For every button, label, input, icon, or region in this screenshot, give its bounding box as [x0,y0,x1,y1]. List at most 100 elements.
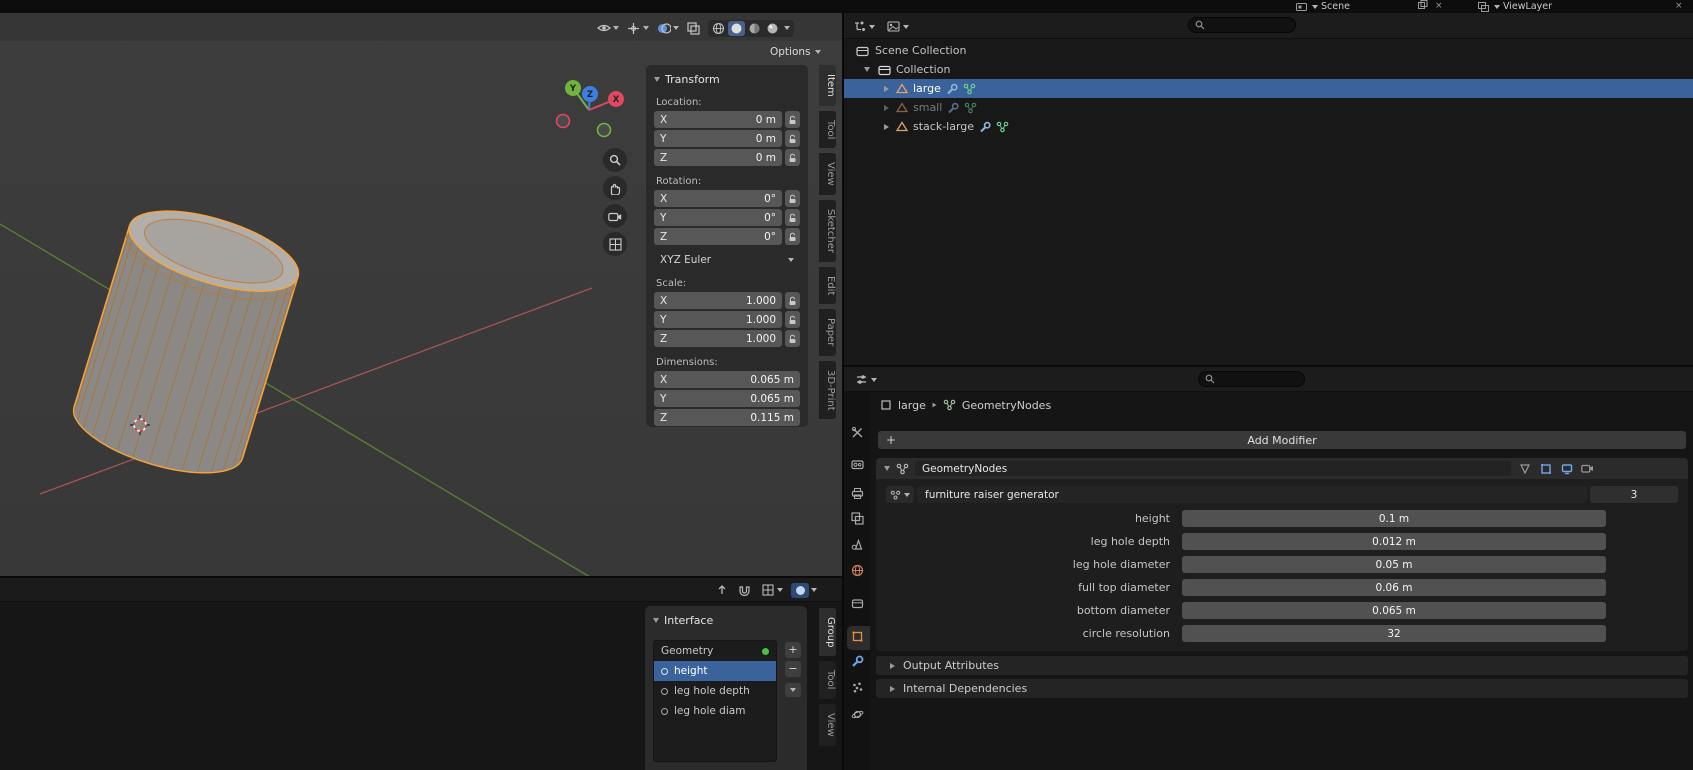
tab-edit[interactable]: Edit [819,266,836,305]
modifier-name-field[interactable]: GeometryNodes [915,461,1511,476]
gizmo-x-negative[interactable] [555,113,571,129]
breadcrumb-object[interactable]: large [898,399,926,412]
zoom-tool-button[interactable] [603,148,627,172]
gizmos-dropdown[interactable] [626,21,649,36]
browse-node-tree-button[interactable] [886,486,914,503]
shading-wireframe-icon[interactable] [710,21,727,36]
3d-viewport[interactable]: Y Z X Options Transform Location: X 0 m … [0,13,842,576]
interface-item-height[interactable]: height [654,661,776,681]
tree-row-collection[interactable]: Collection [844,60,1693,79]
rotation-z-field[interactable]: Z 0° [654,228,782,245]
param-value-field[interactable]: 0.06 m [1182,579,1606,596]
gizmo-x-positive[interactable]: X [608,91,624,107]
scale-y-field[interactable]: Y 1.000 [654,311,782,328]
param-value-field[interactable]: 0.065 m [1182,602,1606,619]
modifiers-tab[interactable] [850,654,865,669]
edit-mode-display-icon[interactable] [1538,461,1553,476]
expand-icon[interactable] [864,67,870,72]
tab-view[interactable]: View [819,153,836,195]
display-mode-dropdown[interactable] [886,19,909,34]
lock-icon[interactable] [785,111,800,128]
world-tab[interactable] [850,563,865,578]
perspective-toggle-button[interactable] [603,232,627,256]
shading-rendered-icon[interactable] [764,21,781,36]
parent-up-icon[interactable] [714,583,729,598]
lock-icon[interactable] [785,149,800,166]
navigation-gizmo[interactable]: Y Z X [555,80,625,138]
lock-icon[interactable] [785,130,800,147]
tab-group[interactable]: Group [819,608,836,657]
render-tab[interactable] [850,457,865,472]
expand-icon[interactable] [884,123,889,130]
location-y-field[interactable]: Y 0 m [654,130,782,147]
chevron-down-icon[interactable] [784,26,790,30]
param-value-field[interactable]: 0.1 m [1182,510,1606,527]
scene-selector[interactable]: Scene [1294,0,1350,13]
tree-row-stack-large[interactable]: stack-large [844,117,1693,136]
param-value-field[interactable]: 0.05 m [1182,556,1606,573]
xray-icon[interactable] [686,21,701,36]
tab-3d-print[interactable]: 3D-Print [819,360,836,420]
scale-x-field[interactable]: X 1.000 [654,292,782,309]
tab-view[interactable]: View [819,703,836,746]
remove-viewlayer-icon[interactable]: × [1675,2,1683,11]
view-layer-tab[interactable] [850,511,865,526]
interface-item-leg-hole-diam[interactable]: leg hole diam [654,701,776,721]
options-button[interactable]: Options [770,44,821,60]
remove-item-button[interactable]: − [785,661,801,677]
gizmo-z-positive[interactable]: Z [582,86,598,102]
visibility-dropdown[interactable] [596,21,619,36]
interface-item-leg-hole-depth[interactable]: leg hole depth [654,681,776,701]
properties-editor[interactable]: large GeometryNodes + Add Modifier Geome… [844,367,1693,770]
overlays-dropdown[interactable] [656,21,679,36]
tab-sketcher[interactable]: Sketcher [819,199,836,262]
output-attributes-panel[interactable]: Output Attributes [876,656,1688,675]
tab-item[interactable]: Item [819,65,836,106]
cylinder-mesh[interactable] [65,195,308,489]
shading-material-icon[interactable] [746,21,763,36]
interface-item-geometry[interactable]: Geometry [654,641,776,661]
viewport-display-icon[interactable] [1559,461,1574,476]
camera-view-button[interactable] [603,204,627,228]
rotation-y-field[interactable]: Y 0° [654,209,782,226]
properties-search-input[interactable] [1198,371,1305,387]
new-scene-icon[interactable] [1418,0,1428,13]
node-group-name-field[interactable]: furniture raiser generator [917,486,1587,503]
tree-row-small[interactable]: small [844,98,1693,117]
outliner-search-input[interactable] [1188,17,1296,33]
rotation-x-field[interactable]: X 0° [654,190,782,207]
breadcrumb-modifier[interactable]: GeometryNodes [962,399,1051,412]
internal-dependencies-panel[interactable]: Internal Dependencies [876,679,1688,698]
node-group-users-button[interactable]: 3 [1590,486,1678,503]
lock-icon[interactable] [785,190,800,207]
geometry-nodes-icon[interactable] [964,102,977,114]
shading-dropdown[interactable] [791,582,817,598]
tab-tool[interactable]: Tool [819,661,836,699]
item-menu-button[interactable] [785,683,801,697]
unlink-scene-icon[interactable]: × [1435,2,1443,11]
expand-icon[interactable] [884,104,889,111]
object-tab[interactable] [850,629,865,644]
collection-tab[interactable] [850,596,865,611]
dimensions-y-field[interactable]: Y 0.065 m [654,390,800,407]
tree-row-large[interactable]: large [844,79,1693,98]
shading-solid-icon[interactable] [728,20,745,36]
modifier-wrench-icon[interactable] [946,83,958,95]
lock-icon[interactable] [785,228,800,245]
gizmo-y-positive[interactable]: Y [565,80,581,96]
scene-tab[interactable] [850,537,865,552]
outliner[interactable]: Scene Collection Collection large small … [844,13,1693,365]
tree-row-scene-collection[interactable]: Scene Collection [844,41,1693,60]
expand-icon[interactable] [884,85,889,92]
param-value-field[interactable]: 32 [1182,625,1606,642]
dimensions-z-field[interactable]: Z 0.115 m [654,409,800,426]
editor-type-dropdown[interactable] [854,372,877,387]
editor-type-dropdown[interactable] [852,19,875,34]
lock-icon[interactable] [785,209,800,226]
add-modifier-button[interactable]: + Add Modifier [878,431,1686,449]
tab-paper[interactable]: Paper [819,309,836,356]
tab-tool[interactable]: Tool [819,110,836,149]
output-tab[interactable] [850,486,865,501]
scale-z-field[interactable]: Z 1.000 [654,330,782,347]
add-item-button[interactable]: + [785,642,801,658]
